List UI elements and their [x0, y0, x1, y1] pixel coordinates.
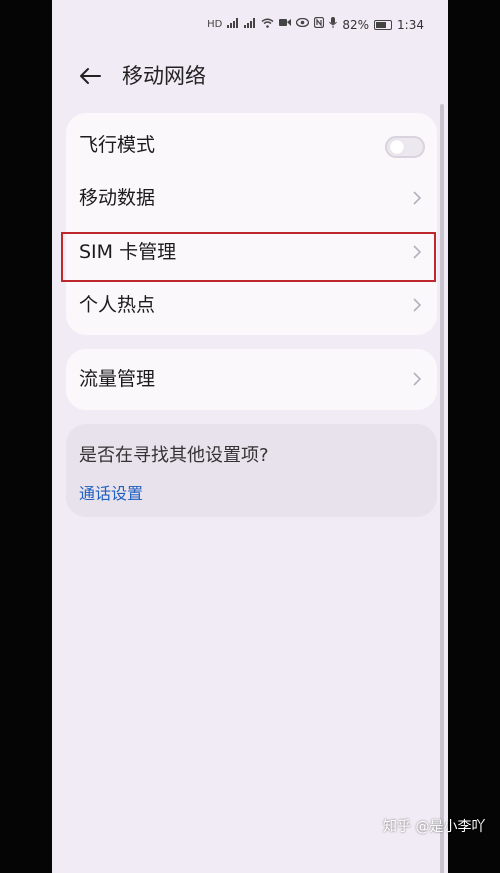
chevron-right-icon: [413, 191, 422, 205]
hd-icon: HD: [207, 18, 223, 30]
microphone-icon: [329, 17, 338, 32]
status-bar: HD 82% 1:34: [52, 12, 448, 40]
clock-time: 1:34: [397, 17, 424, 32]
traffic-management-label: 流量管理: [79, 368, 156, 390]
suggestion-question: 是否在寻找其他设置项?: [79, 445, 269, 466]
personal-hotspot-label: 个人热点: [79, 294, 156, 316]
call-settings-link[interactable]: 通话设置: [79, 480, 143, 504]
airplane-mode-toggle[interactable]: [385, 136, 425, 158]
page-title: 移动网络: [122, 64, 206, 88]
settings-group-network: 飞行模式 移动数据 SIM 卡管理 个人热点: [66, 113, 437, 335]
personal-hotspot-row[interactable]: 个人热点: [66, 279, 437, 332]
toggle-knob: [390, 140, 404, 154]
airplane-mode-row[interactable]: 飞行模式: [66, 119, 437, 172]
mobile-data-row[interactable]: 移动数据: [66, 172, 437, 225]
wifi-icon: [261, 18, 274, 32]
battery-percent: 82%: [342, 17, 370, 32]
settings-group-traffic: 流量管理: [66, 349, 437, 410]
chevron-right-icon: [413, 372, 422, 386]
scrollbar[interactable]: [440, 104, 444, 873]
back-button[interactable]: [76, 61, 106, 91]
left-black-bar: [0, 0, 52, 873]
suggestion-card: 是否在寻找其他设置项? 通话设置: [66, 424, 437, 517]
traffic-management-row[interactable]: 流量管理: [66, 353, 437, 406]
status-icons: HD 82% 1:34: [207, 16, 424, 32]
app-bar: 移动网络: [52, 55, 448, 97]
highlight-annotation-box: [61, 232, 436, 282]
signal-icon: [244, 17, 256, 32]
watermark: 知乎 @是小李吖: [383, 819, 486, 835]
eye-icon: [296, 17, 310, 31]
nfc-icon: [314, 16, 325, 32]
phone-screen: HD 82% 1:34 移动网络 飞行模式 移动数据 SIM 卡管理 个人热点 …: [52, 0, 448, 873]
battery-icon: [374, 19, 393, 30]
mobile-data-label: 移动数据: [79, 187, 156, 209]
signal-icon: [227, 17, 239, 32]
airplane-mode-label: 飞行模式: [79, 134, 156, 156]
arrow-left-icon: [80, 68, 101, 84]
right-black-bar: [448, 0, 500, 873]
chevron-right-icon: [413, 298, 422, 312]
camera-icon: [279, 18, 292, 31]
